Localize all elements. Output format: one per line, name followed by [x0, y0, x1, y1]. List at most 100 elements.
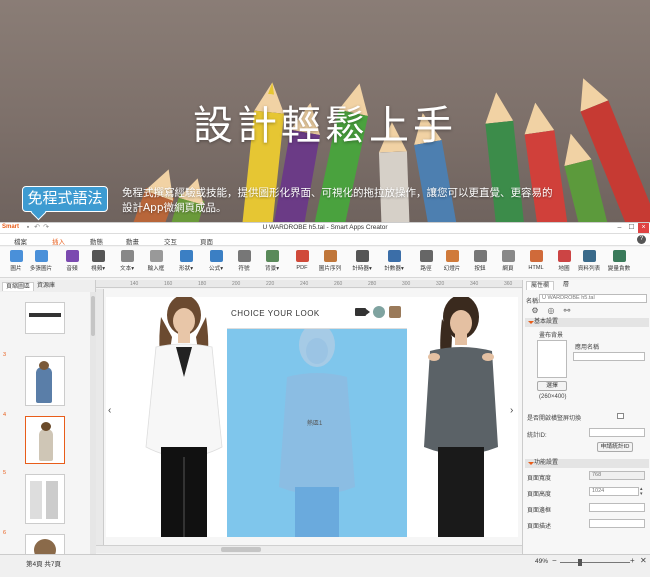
- page-number: 4: [3, 412, 7, 418]
- apply-stat-id-button[interactable]: 申請統計ID: [597, 442, 633, 452]
- ribbon-variable-button[interactable]: 變量貪數: [605, 250, 633, 276]
- next-arrow-icon[interactable]: ›: [510, 405, 513, 416]
- zoom-level: 49%: [535, 558, 549, 565]
- ribbon-webpage-button[interactable]: 網頁: [494, 250, 522, 276]
- ribbon-slideshow-button[interactable]: 幻燈片: [438, 250, 466, 276]
- page-height-field[interactable]: 1024: [589, 487, 639, 496]
- link-icon[interactable]: ⚯: [561, 306, 573, 316]
- ribbon-button-button[interactable]: 按鈕: [466, 250, 494, 276]
- ribbon-html-button[interactable]: HTML: [522, 250, 550, 276]
- ribbon-data-list-button[interactable]: 資料列表: [575, 250, 603, 276]
- model-image-left[interactable]: [126, 297, 241, 537]
- zoom-out-icon[interactable]: −: [552, 556, 557, 565]
- horizontal-scrollbar[interactable]: [96, 545, 522, 553]
- name-field[interactable]: U WARDROBE h5.tal: [539, 294, 647, 303]
- tab-properties[interactable]: 屬性欄: [526, 281, 555, 290]
- ruler-tick-label: 240: [300, 281, 309, 287]
- zoom-slider[interactable]: [560, 562, 630, 563]
- help-icon[interactable]: ?: [637, 235, 646, 244]
- tab-page[interactable]: 頁面: [200, 236, 213, 246]
- tab-interaction[interactable]: 交互: [164, 236, 177, 246]
- ribbon-path-button[interactable]: 路徑: [412, 250, 440, 276]
- ribbon-timer-button[interactable]: 計時器▾: [348, 250, 376, 276]
- ribbon-music-button[interactable]: 音頻: [58, 250, 86, 276]
- thumbnail-list: 3 4 5 6: [0, 292, 90, 554]
- ribbon-map-button[interactable]: 地圖: [550, 250, 578, 276]
- minimize-icon[interactable]: –: [614, 223, 625, 233]
- stat-id-field[interactable]: [589, 428, 645, 437]
- close-icon[interactable]: ×: [638, 223, 649, 233]
- ribbon-label: 公式▾: [209, 266, 223, 272]
- scrollbar-thumb[interactable]: [91, 296, 95, 336]
- ribbon-omega-button[interactable]: 符號: [230, 250, 258, 276]
- page-width-label: 頁面寬度: [527, 476, 552, 482]
- page-thumbnail[interactable]: [25, 474, 65, 524]
- choose-button[interactable]: 選擇: [537, 381, 567, 391]
- app-name-field[interactable]: [573, 352, 645, 361]
- prev-arrow-icon[interactable]: ‹: [108, 405, 111, 416]
- music-icon: [65, 250, 79, 262]
- hotspot-overlay[interactable]: [227, 297, 407, 537]
- tab-layers[interactable]: 層: [559, 281, 573, 290]
- tab-insert[interactable]: 插入: [49, 236, 68, 249]
- ribbon-input-box-button[interactable]: 輸入框: [142, 250, 170, 276]
- tab-file[interactable]: 檔案: [14, 236, 27, 246]
- timer-icon: [355, 250, 369, 262]
- ribbon-shape-button[interactable]: 形狀▾: [172, 250, 200, 276]
- ruler-tick-label: 320: [436, 281, 445, 287]
- zoom-in-icon[interactable]: +: [630, 556, 635, 565]
- ribbon-image-sequence-button[interactable]: 圖片序列: [316, 250, 344, 276]
- page-border-label: 頁面邊框: [527, 508, 552, 514]
- map-icon: [557, 250, 571, 262]
- gear-icon[interactable]: ⚙: [529, 306, 541, 316]
- basic-settings-header[interactable]: 基本設置: [525, 318, 649, 327]
- orientation-checkbox[interactable]: [617, 413, 624, 419]
- fit-to-window-icon[interactable]: ✕: [640, 556, 647, 565]
- tab-page-thumbnails[interactable]: 頁縮圖區: [2, 282, 35, 291]
- background-preview[interactable]: [537, 340, 567, 378]
- editing-canvas[interactable]: CHOICE YOUR LOOK 熱區1 ‹ ›: [96, 289, 522, 545]
- page-thumbnail-selected[interactable]: [25, 416, 65, 464]
- hero-banner: 設計輕鬆上手 免程式語法 免程式撰寫經驗或技能，提供圖形化界面、可視化的拖拉放操…: [0, 0, 650, 222]
- ribbon-text-button[interactable]: 文本▾: [113, 250, 141, 276]
- height-stepper-icon[interactable]: ▴ ▾: [640, 487, 645, 497]
- model-image-right[interactable]: [406, 297, 516, 537]
- video-camera-icon[interactable]: [355, 308, 370, 316]
- ribbon-counter-button[interactable]: 計數器▾: [380, 250, 408, 276]
- stage-page[interactable]: CHOICE YOUR LOOK 熱區1 ‹ ›: [106, 297, 518, 537]
- model-image-center[interactable]: [267, 327, 367, 537]
- tab-resource-library[interactable]: 資源庫: [34, 282, 58, 291]
- ribbon-background-button[interactable]: 背景▾: [258, 250, 286, 276]
- tab-dynamic[interactable]: 動態: [90, 236, 103, 246]
- ribbon-image-button[interactable]: 圖片: [2, 250, 30, 276]
- ribbon-images-button[interactable]: 多張圖片: [27, 250, 55, 276]
- page-thumbnail-panel: 頁縮圖區 資源庫 3 4 5 6: [0, 280, 96, 554]
- avatar[interactable]: [373, 306, 385, 318]
- status-bar: 第4頁 共7頁 49% − + ✕: [0, 554, 650, 577]
- page-thumbnail[interactable]: [25, 302, 65, 334]
- name-label: 名稱:: [526, 299, 540, 305]
- page-thumbnail[interactable]: [25, 534, 65, 554]
- page-width-field[interactable]: 768: [589, 471, 645, 480]
- ribbon-label: 路徑: [420, 266, 432, 272]
- target-icon[interactable]: ◎: [545, 306, 557, 316]
- choice-your-look-title: CHOICE YOUR LOOK: [231, 309, 320, 318]
- ribbon-formula-button[interactable]: 公式▾: [202, 250, 230, 276]
- tab-animation[interactable]: 動畫: [126, 236, 139, 246]
- ribbon-video-button[interactable]: 視頻▾: [84, 250, 112, 276]
- page-description-field[interactable]: [589, 519, 645, 528]
- image-sequence-icon: [323, 250, 337, 262]
- page-border-field[interactable]: [589, 503, 645, 512]
- ribbon-label: 輸入框: [147, 266, 165, 272]
- zoom-slider-handle[interactable]: [578, 559, 582, 566]
- page-thumbnail[interactable]: [25, 356, 65, 406]
- ribbon-label: 符號: [238, 266, 250, 272]
- hero-title: 設計輕鬆上手: [193, 103, 457, 149]
- avatar[interactable]: [389, 306, 401, 318]
- scrollbar-thumb[interactable]: [221, 547, 261, 552]
- function-settings-header[interactable]: 功能設置: [525, 459, 649, 468]
- ribbon-pdf-button[interactable]: PDF: [288, 250, 316, 276]
- ribbon-label: 幻燈片: [443, 266, 461, 272]
- maximize-icon[interactable]: ☐: [626, 223, 637, 233]
- insert-ribbon: 圖片 多張圖片 音頻 視頻▾ 文本▾ 輸入框 形狀▾ 公式▾ 符號 背景▾ PDF 圖片序列 計時器▾ 計…: [0, 247, 650, 278]
